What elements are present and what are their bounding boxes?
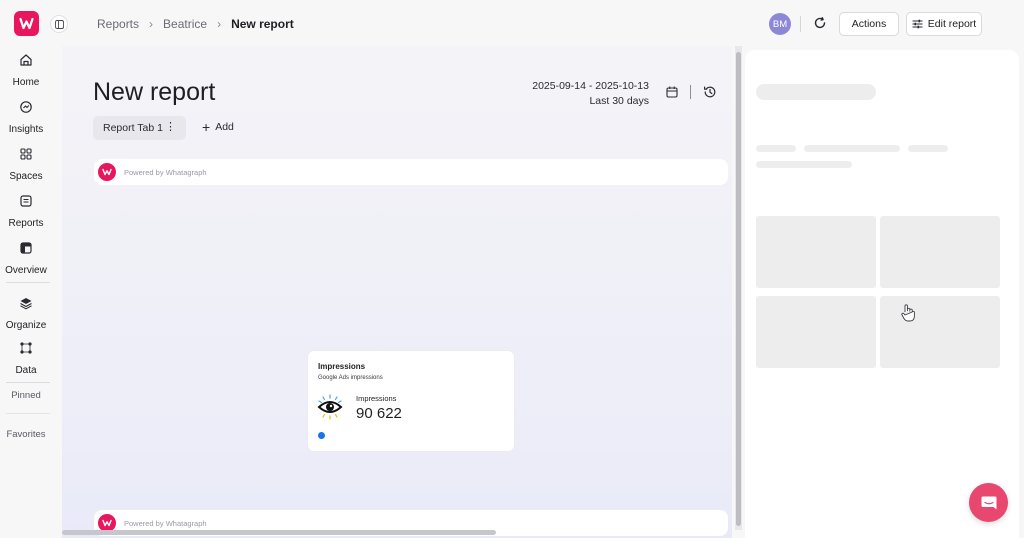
page-title: New report bbox=[93, 78, 216, 106]
powered-by-text: Powered by Whatagraph bbox=[124, 518, 207, 528]
add-tab-button[interactable]: + Add bbox=[202, 119, 234, 135]
edit-report-button[interactable]: Edit report bbox=[906, 12, 982, 36]
nav-divider bbox=[6, 282, 50, 283]
home-icon bbox=[20, 54, 32, 66]
chevron-right-icon: › bbox=[217, 17, 222, 31]
sync-icon[interactable] bbox=[813, 16, 827, 30]
spaces-icon bbox=[20, 148, 32, 160]
skeleton-card bbox=[880, 296, 1000, 368]
skeleton-card bbox=[756, 296, 876, 368]
breadcrumb-beatrice[interactable]: Beatrice bbox=[163, 17, 207, 31]
reports-icon bbox=[20, 195, 32, 207]
calendar-icon[interactable] bbox=[665, 85, 679, 99]
nav-label-reports: Reports bbox=[8, 218, 44, 229]
overview-icon bbox=[20, 242, 32, 254]
horizontal-scrollbar[interactable] bbox=[62, 530, 496, 535]
insights-icon bbox=[20, 101, 32, 113]
skeleton-line bbox=[756, 161, 852, 168]
whatagraph-logo[interactable] bbox=[14, 11, 39, 36]
sidebar-toggle-button[interactable] bbox=[50, 15, 68, 33]
breadcrumb-current: New report bbox=[231, 17, 294, 31]
nav-label-insights: Insights bbox=[8, 124, 44, 135]
skeleton-card bbox=[756, 216, 876, 288]
skeleton-line bbox=[804, 145, 900, 152]
nav-label-overview: Overview bbox=[5, 265, 47, 276]
date-range-preset: Last 30 days bbox=[589, 95, 649, 107]
nav-item-spaces[interactable]: Spaces bbox=[0, 147, 52, 182]
date-range-value: 2025-09-14 - 2025-10-13 bbox=[532, 80, 649, 92]
layers-icon bbox=[20, 298, 32, 310]
kebab-menu-icon[interactable]: ⋮ bbox=[165, 122, 176, 133]
add-tab-label: Add bbox=[215, 121, 234, 133]
breadcrumb: Reports › Beatrice › New report bbox=[97, 17, 294, 31]
edit-report-label: Edit report bbox=[927, 18, 977, 30]
widget-title: Impressions bbox=[318, 362, 366, 371]
sidebar-panel-icon bbox=[54, 19, 64, 29]
nav-divider bbox=[6, 382, 50, 383]
left-nav: Home Insights Spaces Reports Overview Or… bbox=[0, 0, 52, 538]
right-panel-loading bbox=[745, 50, 1019, 538]
nav-pinned[interactable]: Pinned bbox=[0, 390, 52, 401]
nav-item-home[interactable]: Home bbox=[0, 53, 52, 88]
nav-item-reports[interactable]: Reports bbox=[0, 194, 52, 229]
impressions-widget[interactable]: Impressions Google Ads impressions Impre… bbox=[308, 351, 514, 451]
metric-value: 90 622 bbox=[356, 405, 402, 422]
nav-favorites[interactable]: Favorites bbox=[0, 429, 52, 440]
breadcrumb-reports[interactable]: Reports bbox=[97, 17, 139, 31]
chevron-right-icon: › bbox=[149, 17, 154, 31]
plus-icon: + bbox=[202, 119, 211, 135]
skeleton-title bbox=[756, 84, 876, 100]
toolbar-divider bbox=[690, 85, 691, 99]
nav-item-data[interactable]: Data bbox=[0, 341, 52, 376]
date-range[interactable]: 2025-09-14 - 2025-10-13 Last 30 days bbox=[532, 79, 649, 109]
nav-item-organize[interactable]: Organize bbox=[0, 296, 52, 331]
chat-support-button[interactable] bbox=[969, 483, 1008, 522]
powered-by-header: Powered by Whatagraph bbox=[94, 159, 728, 185]
nav-label-home: Home bbox=[12, 77, 40, 88]
vertical-scrollbar[interactable] bbox=[736, 52, 741, 526]
nav-label-organize: Organize bbox=[5, 320, 47, 331]
powered-by-text: Powered by Whatagraph bbox=[124, 167, 207, 177]
nav-item-insights[interactable]: Insights bbox=[0, 100, 52, 135]
actions-button[interactable]: Actions bbox=[839, 12, 899, 36]
user-avatar[interactable]: BM bbox=[769, 13, 791, 35]
header-divider bbox=[800, 16, 801, 32]
tab-report-tab-1[interactable]: Report Tab 1 ⋮ bbox=[93, 116, 186, 140]
skeleton-line bbox=[908, 145, 948, 152]
hand-cursor-icon bbox=[901, 304, 915, 322]
data-icon bbox=[20, 342, 32, 354]
whatagraph-logo-icon bbox=[98, 163, 116, 181]
nav-label-spaces: Spaces bbox=[9, 171, 43, 182]
nav-divider bbox=[6, 413, 50, 414]
skeleton-card bbox=[880, 216, 1000, 288]
actions-label: Actions bbox=[851, 18, 887, 30]
chat-icon bbox=[981, 496, 996, 509]
google-ads-source-icon bbox=[318, 432, 325, 439]
sliders-icon bbox=[912, 19, 923, 29]
history-icon[interactable] bbox=[703, 85, 717, 99]
metric-label: Impressions bbox=[356, 394, 397, 403]
nav-item-overview[interactable]: Overview bbox=[0, 241, 52, 276]
skeleton-line bbox=[756, 145, 796, 152]
tab-label: Report Tab 1 bbox=[103, 122, 163, 134]
eye-icon bbox=[317, 394, 343, 420]
nav-label-data: Data bbox=[15, 365, 37, 376]
widget-subtitle: Google Ads impressions bbox=[318, 375, 383, 381]
